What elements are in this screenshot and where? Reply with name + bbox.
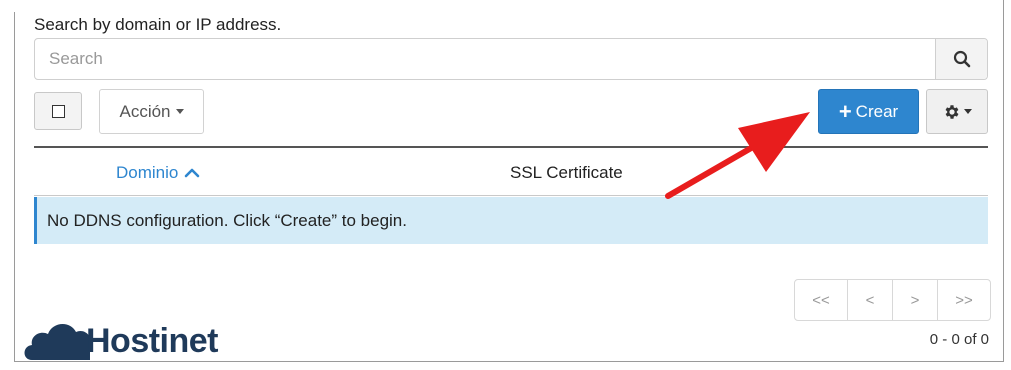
settings-dropdown-button[interactable]: [926, 89, 988, 134]
action-label: Acción: [119, 101, 171, 121]
action-dropdown-button[interactable]: Acción: [99, 89, 204, 134]
search-icon: [953, 50, 970, 68]
empty-state-row: No DDNS configuration. Click “Create” to…: [34, 197, 988, 244]
create-button[interactable]: + Crear: [818, 89, 919, 134]
brand-wordmark: Hostinet: [86, 322, 219, 360]
column-header-ssl[interactable]: SSL Certificate: [510, 163, 623, 183]
annotation-arrow-icon: [665, 112, 810, 199]
checkbox-square-icon: [51, 104, 65, 118]
results-count: 0 - 0 of 0: [929, 331, 989, 348]
brand-logo: Hostinet: [22, 306, 219, 362]
table-divider: [34, 146, 988, 148]
pagination: << < > >>: [794, 279, 991, 321]
caret-down-icon: [963, 109, 972, 114]
first-page-button[interactable]: <<: [794, 279, 848, 321]
next-page-button[interactable]: >: [892, 279, 938, 321]
search-box: [34, 38, 988, 80]
prev-page-button[interactable]: <: [847, 279, 893, 321]
select-all-checkbox[interactable]: [34, 92, 82, 130]
column-header-domain-label: Dominio: [116, 163, 179, 182]
search-button[interactable]: [935, 39, 987, 79]
gear-icon: [945, 104, 958, 119]
last-page-button[interactable]: >>: [937, 279, 991, 321]
empty-state-message: No DDNS configuration. Click “Create” to…: [47, 210, 407, 230]
search-input[interactable]: [35, 39, 937, 79]
plus-icon: +: [838, 98, 852, 124]
create-label: Crear: [855, 101, 899, 121]
frame-gap: [0, 0, 104, 12]
column-header-domain[interactable]: Dominio: [116, 163, 200, 183]
caret-down-icon: [175, 109, 184, 114]
search-label: Search by domain or IP address.: [34, 15, 282, 34]
chevron-up-icon: [185, 168, 200, 178]
header-divider: [34, 195, 988, 196]
